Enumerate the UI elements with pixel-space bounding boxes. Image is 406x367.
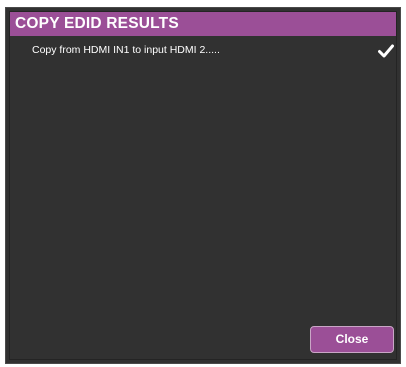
close-button[interactable]: Close bbox=[310, 326, 394, 353]
result-message: Copy from HDMI IN1 to input HDMI 2..... bbox=[32, 44, 220, 56]
check-icon bbox=[378, 44, 394, 58]
dialog-title: COPY EDID RESULTS bbox=[15, 15, 179, 32]
dialog-header: COPY EDID RESULTS bbox=[10, 12, 396, 36]
copy-edid-results-dialog: COPY EDID RESULTS Copy from HDMI IN1 to … bbox=[5, 7, 401, 364]
dialog-body: COPY EDID RESULTS Copy from HDMI IN1 to … bbox=[9, 11, 397, 360]
